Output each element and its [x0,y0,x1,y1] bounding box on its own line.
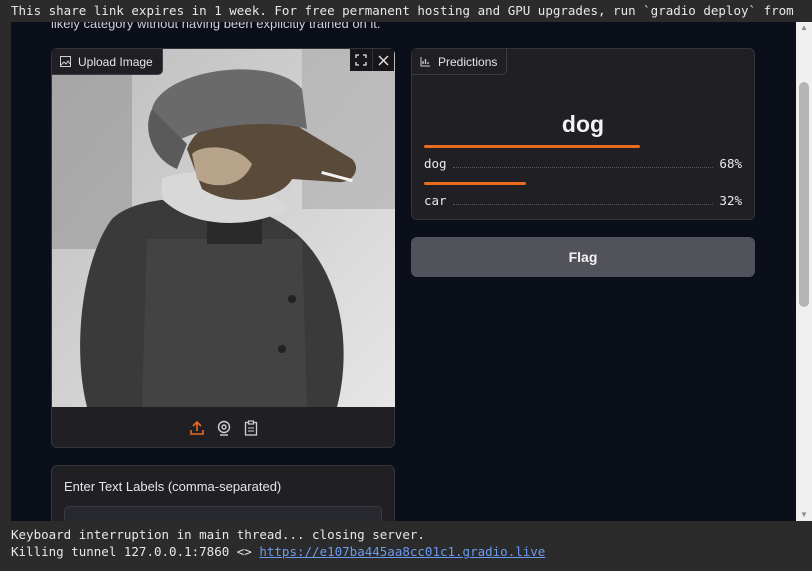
terminal-line-interrupt: Keyboard interruption in main thread... … [11,527,425,542]
prediction-label: dog [424,155,447,171]
scroll-up-icon[interactable]: ▲ [796,22,812,34]
fullscreen-icon[interactable] [350,49,372,71]
predictions-label-text: Predictions [438,54,498,69]
image-input-label: Upload Image [52,49,163,75]
text-labels-panel: Enter Text Labels (comma-separated) [51,465,395,521]
flag-button[interactable]: Flag [411,237,755,277]
webcam-icon[interactable] [215,419,232,436]
prediction-percent: 68% [719,155,742,171]
image-source-toolbar [52,407,395,448]
confidence-bar [424,182,526,185]
confidence-bar [424,145,641,148]
predictions-panel: Predictions dog dog 68% car 32% [411,48,755,220]
terminal-output-top: This share link expires in 1 week. For f… [0,0,812,22]
text-labels-input[interactable] [64,506,382,521]
share-link[interactable]: https://e107ba445aa8cc01c1.gradio.live [259,544,545,559]
predicted-label: dog [561,111,605,137]
upload-icon[interactable] [188,419,205,436]
image-input-label-text: Upload Image [78,54,153,69]
gradio-app: likely category without having been expl… [11,22,796,521]
text-labels-label: Enter Text Labels (comma-separated) [64,479,282,494]
prediction-percent: 32% [719,192,742,208]
image-icon [60,56,71,67]
terminal-line-tunnel: Killing tunnel 127.0.0.1:7860 <> https:/… [11,543,812,560]
terminal-tunnel-text: Killing tunnel 127.0.0.1:7860 <> [11,544,260,559]
leader-dots [452,158,714,168]
page-scrollbar[interactable]: ▲ ▼ [796,22,812,521]
uploaded-image[interactable] [52,49,395,407]
prediction-label: car [424,192,447,208]
dog-photo [52,49,395,407]
image-controls [350,49,394,71]
clipboard-icon[interactable] [242,419,259,436]
app-description: likely category without having been expl… [51,22,381,31]
scrollbar-thumb[interactable] [799,82,809,307]
leader-dots [452,195,714,205]
predictions-label: Predictions [412,49,508,75]
scroll-down-icon[interactable]: ▼ [796,509,812,521]
close-icon[interactable] [372,49,394,71]
terminal-output-bottom: Keyboard interruption in main thread... … [0,521,812,571]
image-input-panel[interactable]: Upload Image [51,48,395,448]
bar-chart-icon [420,56,431,67]
